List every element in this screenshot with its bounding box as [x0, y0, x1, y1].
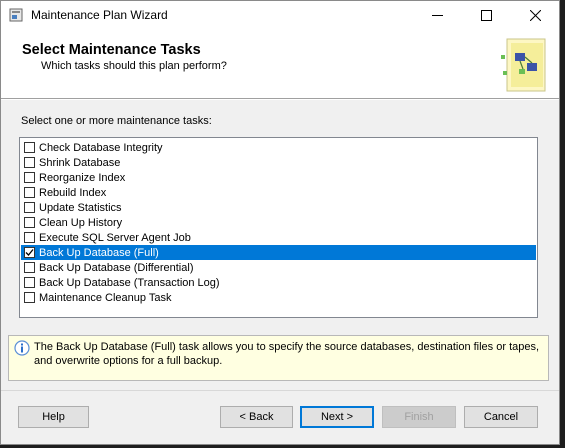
- task-label: Shrink Database: [39, 156, 121, 169]
- task-item[interactable]: Back Up Database (Full): [21, 245, 536, 260]
- wizard-window: Maintenance Plan Wizard Select Maintenan…: [0, 0, 560, 445]
- wizard-header: Select Maintenance Tasks Which tasks sho…: [1, 31, 559, 99]
- task-label: Back Up Database (Differential): [39, 261, 194, 274]
- instruction-label: Select one or more maintenance tasks:: [21, 115, 212, 127]
- task-label: Back Up Database (Transaction Log): [39, 276, 220, 289]
- finish-button[interactable]: Finish: [382, 406, 456, 428]
- cancel-button[interactable]: Cancel: [464, 406, 538, 428]
- task-description-text: The Back Up Database (Full) task allows …: [34, 341, 540, 367]
- page-title: Select Maintenance Tasks: [22, 42, 201, 58]
- task-item[interactable]: Shrink Database: [21, 155, 536, 170]
- task-label: Rebuild Index: [39, 186, 107, 199]
- task-checkbox[interactable]: [24, 247, 35, 258]
- task-checkbox[interactable]: [24, 202, 35, 213]
- task-item[interactable]: Execute SQL Server Agent Job: [21, 230, 536, 245]
- task-item[interactable]: Maintenance Cleanup Task: [21, 290, 536, 305]
- minimize-icon: [432, 15, 443, 16]
- maximize-button[interactable]: [464, 1, 509, 30]
- task-label: Execute SQL Server Agent Job: [39, 231, 191, 244]
- task-item[interactable]: Reorganize Index: [21, 170, 536, 185]
- task-checkbox[interactable]: [24, 157, 35, 168]
- header-divider: [1, 99, 559, 100]
- button-bar-divider: [1, 390, 559, 391]
- task-label: Update Statistics: [39, 201, 122, 214]
- task-description-box: The Back Up Database (Full) task allows …: [8, 335, 549, 381]
- task-checkbox[interactable]: [24, 262, 35, 273]
- task-label: Reorganize Index: [39, 171, 126, 184]
- task-checklist[interactable]: Check Database Integrity Shrink Database R…: [19, 137, 538, 318]
- task-checkbox[interactable]: [24, 277, 35, 288]
- task-item[interactable]: Clean Up History: [21, 215, 536, 230]
- task-checkbox[interactable]: [24, 292, 35, 303]
- task-checkbox[interactable]: [24, 172, 35, 183]
- title-bar[interactable]: Maintenance Plan Wizard: [1, 1, 559, 31]
- minimize-button[interactable]: [415, 1, 460, 30]
- task-checkbox[interactable]: [24, 232, 35, 243]
- close-icon: [530, 10, 541, 21]
- wizard-graphic-icon: [501, 38, 546, 92]
- task-item[interactable]: Rebuild Index: [21, 185, 536, 200]
- task-label: Back Up Database (Full): [39, 246, 159, 259]
- task-label: Maintenance Cleanup Task: [39, 291, 172, 304]
- close-button[interactable]: [513, 1, 558, 30]
- next-button[interactable]: Next >: [300, 406, 374, 428]
- task-label: Clean Up History: [39, 216, 123, 229]
- task-checkbox[interactable]: [24, 217, 35, 228]
- task-label: Check Database Integrity: [39, 141, 163, 154]
- info-icon: [14, 340, 30, 356]
- task-checkbox[interactable]: [24, 142, 35, 153]
- task-item[interactable]: Check Database Integrity: [21, 140, 536, 155]
- task-item[interactable]: Back Up Database (Differential): [21, 260, 536, 275]
- page-subtitle: Which tasks should this plan perform?: [41, 60, 227, 72]
- app-icon: [9, 8, 23, 22]
- back-button[interactable]: < Back: [220, 406, 293, 428]
- maximize-icon: [481, 10, 492, 21]
- task-checkbox[interactable]: [24, 187, 35, 198]
- checkmark-icon: [25, 249, 34, 256]
- task-item[interactable]: Back Up Database (Transaction Log): [21, 275, 536, 290]
- help-button[interactable]: Help: [18, 406, 89, 428]
- window-title: Maintenance Plan Wizard: [31, 8, 168, 22]
- task-item[interactable]: Update Statistics: [21, 200, 536, 215]
